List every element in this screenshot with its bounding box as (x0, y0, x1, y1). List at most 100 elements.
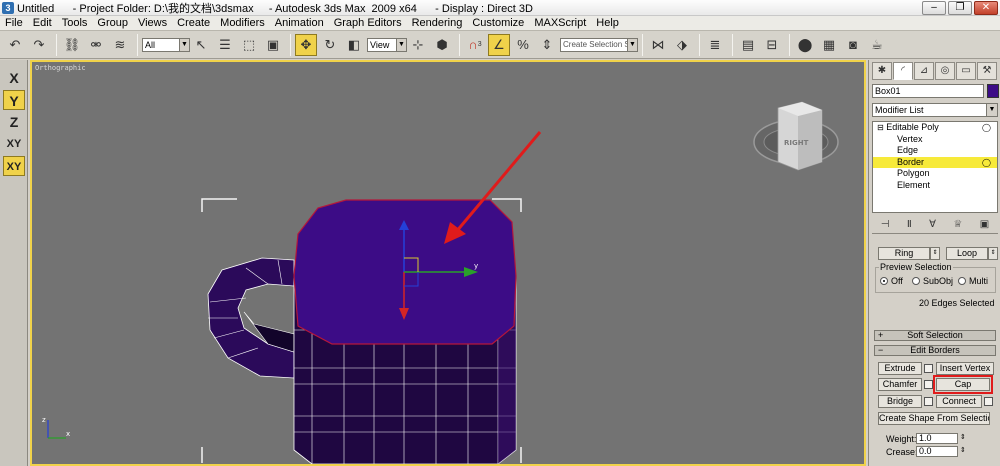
select-object-icon[interactable]: ↖ (190, 34, 212, 56)
create-tab-icon[interactable]: ✱ (872, 62, 892, 80)
loop-spinner[interactable]: ⇕ (988, 247, 998, 260)
spinner-snap-icon[interactable]: ⇕ (536, 34, 558, 56)
object-name-field[interactable]: Box01 (872, 84, 984, 98)
select-and-link-icon[interactable]: ⛓ (61, 34, 83, 56)
connect-settings-icon[interactable] (984, 397, 993, 406)
connect-button[interactable]: Connect (936, 395, 982, 408)
chamfer-button[interactable]: Chamfer (878, 378, 922, 391)
cap-button[interactable]: Cap (933, 375, 993, 394)
extrude-button[interactable]: Extrude (878, 362, 922, 375)
pivot-center-icon[interactable]: ⊹ (407, 34, 429, 56)
remove-modifier-icon[interactable]: ♕ (953, 219, 962, 230)
stack-item-border[interactable]: Border ◯ (873, 156, 997, 169)
axis-z-button[interactable]: Z (3, 112, 25, 132)
select-and-move-icon[interactable]: ✥ (295, 33, 317, 56)
object-color-swatch[interactable] (987, 84, 999, 98)
quick-render-icon[interactable]: ☕ (866, 34, 888, 56)
menu-maxscript[interactable]: MAXScript (529, 17, 591, 29)
ring-button[interactable]: Ring (878, 247, 930, 260)
menu-create[interactable]: Create (172, 17, 215, 29)
align-icon[interactable]: ⬗ (671, 34, 693, 56)
lightbulb-icon[interactable]: ◯ (982, 122, 991, 134)
weight-spinner-icon[interactable]: ⇕ (960, 433, 966, 441)
axis-xy-button[interactable]: XY (3, 134, 25, 154)
bind-space-warp-icon[interactable]: ≋ (109, 34, 131, 56)
bridge-button[interactable]: Bridge (878, 395, 922, 408)
axis-y-button[interactable]: Y (3, 90, 25, 110)
preview-off-radio[interactable] (880, 277, 888, 285)
schematic-view-icon[interactable]: ⊟ (761, 34, 783, 56)
menu-customize[interactable]: Customize (467, 17, 529, 29)
soft-selection-rollout-header[interactable]: + Soft Selection (874, 330, 996, 341)
menu-tools[interactable]: Tools (57, 17, 93, 29)
weight-label: Weight: (886, 434, 917, 444)
render-frame-icon[interactable]: ◙ (842, 34, 864, 56)
axis-x-button[interactable]: X (3, 68, 25, 88)
loop-button[interactable]: Loop (946, 247, 988, 260)
stack-item-element[interactable]: Element (873, 180, 997, 192)
layer-manager-icon[interactable]: ≣ (704, 34, 726, 56)
display-tab-icon[interactable]: ▭ (956, 62, 976, 80)
modifier-list-dropdown[interactable]: Modifier List ▼ (872, 103, 998, 117)
chamfer-settings-icon[interactable] (924, 380, 933, 389)
make-unique-icon[interactable]: ∀ (929, 219, 936, 230)
axis-xy-plane-button[interactable]: XY (3, 156, 25, 176)
mirror-icon[interactable]: ⋈ (647, 34, 669, 56)
stack-item-vertex[interactable]: Vertex (873, 134, 997, 146)
crease-input[interactable]: 0.0 (916, 446, 958, 457)
menu-group[interactable]: Group (92, 17, 133, 29)
select-by-name-icon[interactable]: ☰ (214, 34, 236, 56)
reference-coordinate-dropdown[interactable]: View ▼ (367, 37, 407, 52)
ring-spinner[interactable]: ⇕ (930, 247, 940, 260)
select-and-rotate-icon[interactable]: ↻ (319, 34, 341, 56)
render-setup-icon[interactable]: ▦ (818, 34, 840, 56)
menu-file[interactable]: File (0, 17, 28, 29)
angle-snap-icon[interactable]: ∠ (488, 33, 510, 56)
snaps-toggle-icon[interactable]: ∩ 3 (464, 34, 486, 56)
curve-editor-icon[interactable]: ▤ (737, 34, 759, 56)
weight-input[interactable]: 1.0 (916, 433, 958, 444)
menu-edit[interactable]: Edit (28, 17, 57, 29)
configure-sets-icon[interactable]: ▣ (980, 219, 989, 230)
percent-snap-icon[interactable]: % (512, 34, 534, 56)
rectangular-selection-icon[interactable]: ⬚ (238, 34, 260, 56)
bridge-settings-icon[interactable] (924, 397, 933, 406)
pin-stack-icon[interactable]: ⊣ (881, 219, 890, 230)
undo-icon[interactable]: ↶ (4, 34, 26, 56)
menu-help[interactable]: Help (591, 17, 624, 29)
redo-icon[interactable]: ↷ (28, 34, 50, 56)
create-shape-button[interactable]: Create Shape From Selection (878, 412, 990, 425)
menu-modifiers[interactable]: Modifiers (215, 17, 270, 29)
edit-borders-rollout-header[interactable]: − Edit Borders (874, 345, 996, 356)
selection-filter-dropdown[interactable]: All ▼ (142, 37, 190, 52)
material-editor-icon[interactable]: ⬤ (794, 34, 816, 56)
crease-spinner-icon[interactable]: ⇕ (960, 446, 966, 454)
unlink-icon[interactable]: ⚮ (85, 34, 107, 56)
menu-graph-editors[interactable]: Graph Editors (329, 17, 407, 29)
maximize-button[interactable]: ❐ (948, 1, 972, 15)
menu-animation[interactable]: Animation (270, 17, 329, 29)
extrude-settings-icon[interactable] (924, 364, 933, 373)
menu-views[interactable]: Views (133, 17, 172, 29)
utilities-tab-icon[interactable]: ⚒ (977, 62, 997, 80)
stack-item-editable-poly[interactable]: ⊟ Editable Poly ◯ (873, 122, 997, 134)
modify-tab-icon[interactable]: ◜ (893, 62, 913, 80)
window-crossing-icon[interactable]: ▣ (262, 34, 284, 56)
viewcube[interactable]: RIGHT (753, 101, 839, 171)
menu-rendering[interactable]: Rendering (407, 17, 468, 29)
minimize-button[interactable]: – (922, 1, 946, 15)
motion-tab-icon[interactable]: ◎ (935, 62, 955, 80)
stack-item-polygon[interactable]: Polygon (873, 168, 997, 180)
preview-subobj-radio[interactable] (912, 277, 920, 285)
stack-item-edge[interactable]: Edge (873, 145, 997, 157)
show-end-result-icon[interactable]: Ⅱ (907, 219, 912, 230)
select-manipulate-icon[interactable]: ⬢ (431, 34, 453, 56)
close-button[interactable]: ✕ (974, 1, 998, 15)
named-selection-set-dropdown[interactable]: Create Selection Set ▼ (560, 37, 638, 52)
preview-multi-radio[interactable] (958, 277, 966, 285)
viewport-orthographic[interactable]: Orthographic y RIGHT z x (30, 60, 866, 466)
insert-vertex-button[interactable]: Insert Vertex (936, 362, 994, 375)
select-and-scale-icon[interactable]: ◧ (343, 34, 365, 56)
hierarchy-tab-icon[interactable]: ⊿ (914, 62, 934, 80)
lightbulb-icon[interactable]: ◯ (982, 157, 991, 169)
